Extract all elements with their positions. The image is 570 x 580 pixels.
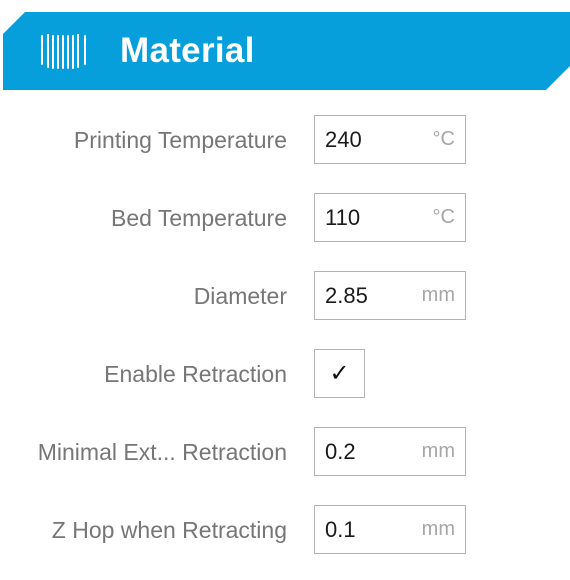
field-value[interactable]: 2.85 [325, 272, 368, 319]
material-section-header: Material [3, 12, 570, 90]
setting-label: Printing Temperature [73, 127, 287, 153]
setting-row-z-hop: Z Hop when Retracting 0.1 mm [0, 504, 570, 556]
setting-row-printing-temperature: Printing Temperature 240 °C [0, 114, 570, 166]
setting-row-enable-retraction: Enable Retraction ✓ [0, 348, 570, 400]
setting-label: Bed Temperature [110, 205, 287, 231]
setting-row-bed-temperature: Bed Temperature 110 °C [0, 192, 570, 244]
field-unit: mm [421, 284, 455, 306]
z-hop-input[interactable]: 0.1 mm [314, 505, 466, 554]
setting-row-diameter: Diameter 2.85 mm [0, 270, 570, 322]
setting-label: Minimal Ext... Retraction [37, 439, 287, 465]
field-unit: °C [432, 128, 455, 150]
material-settings-panel: Material Printing Temperature 240 °C Bed… [0, 0, 570, 580]
field-value[interactable]: 0.2 [325, 428, 356, 475]
setting-label: Diameter [193, 283, 287, 309]
field-value[interactable]: 0.1 [325, 506, 356, 553]
diameter-input[interactable]: 2.85 mm [314, 271, 466, 320]
field-value[interactable]: 240 [325, 116, 362, 163]
setting-label: Enable Retraction [104, 361, 287, 387]
field-unit: mm [421, 440, 455, 462]
printing-temperature-input[interactable]: 240 °C [314, 115, 466, 164]
setting-row-minimal-extrusion-retraction: Minimal Ext... Retraction 0.2 mm [0, 426, 570, 478]
field-unit: °C [432, 206, 455, 228]
field-unit: mm [421, 518, 455, 540]
field-value[interactable]: 110 [325, 194, 360, 241]
bed-temperature-input[interactable]: 110 °C [314, 193, 466, 242]
section-title: Material [120, 31, 255, 70]
enable-retraction-checkbox[interactable]: ✓ [314, 349, 365, 398]
setting-label: Z Hop when Retracting [51, 517, 287, 543]
minimal-extrusion-retraction-input[interactable]: 0.2 mm [314, 427, 466, 476]
checkmark-icon: ✓ [329, 359, 350, 387]
material-spool-icon [40, 34, 90, 70]
